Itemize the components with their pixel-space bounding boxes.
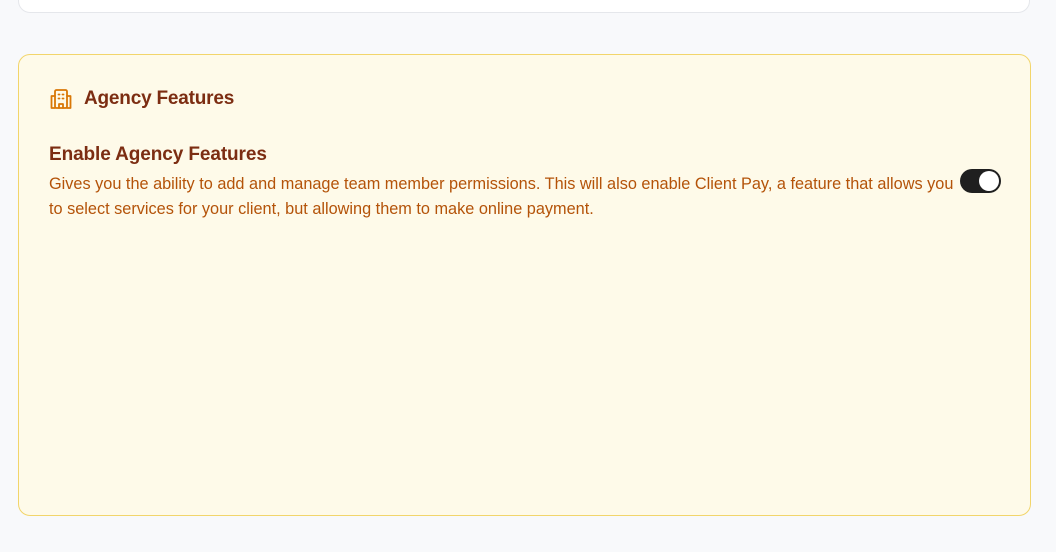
card-header: Agency Features [49, 87, 234, 111]
setting-title: Enable Agency Features [49, 144, 267, 165]
setting-description: Gives you the ability to add and manage … [49, 175, 954, 218]
card-title: Agency Features [84, 88, 235, 109]
enable-agency-toggle[interactable] [960, 169, 1001, 193]
agency-features-card: Agency Features Enable Agency Features G… [18, 54, 1031, 516]
previous-section-card [18, 0, 1030, 13]
toggle-knob [979, 171, 999, 191]
building-icon [49, 87, 75, 111]
